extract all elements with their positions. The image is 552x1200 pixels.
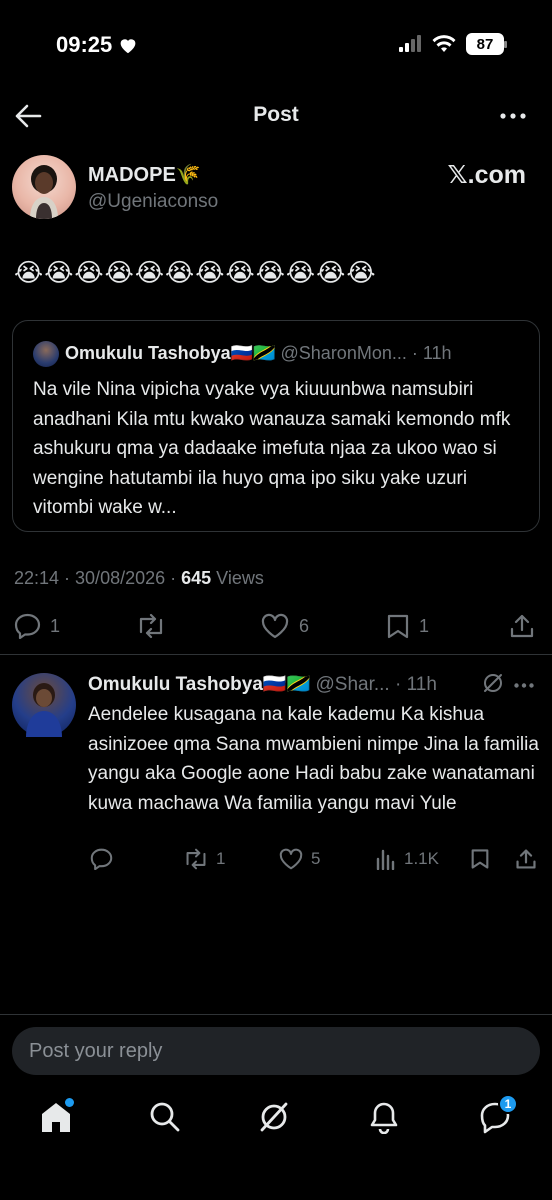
bookmark-action[interactable]: 1 — [386, 613, 429, 640]
home-notification-dot — [65, 1098, 74, 1107]
reply-like-action[interactable]: 5 — [278, 848, 320, 870]
status-time: 09:25 — [56, 32, 138, 58]
divider — [0, 654, 552, 655]
like-action[interactable]: 6 — [260, 613, 309, 639]
reply-reply-action[interactable] — [90, 848, 120, 870]
repost-icon — [136, 613, 166, 639]
post-meta: 22:14 · 30/08/2026 · 645 Views — [14, 568, 264, 589]
messages-tab[interactable]: 1 — [478, 1094, 518, 1134]
search-tab[interactable] — [149, 1100, 181, 1134]
heart-icon — [278, 848, 304, 870]
quoted-author-name: Omukulu Tashobya🇷🇺🇹🇿 — [65, 343, 276, 363]
share-icon — [515, 848, 537, 870]
reply-icon — [14, 613, 41, 639]
share-icon — [509, 613, 535, 639]
reply-like-count: 5 — [311, 849, 321, 868]
views-label: Views — [211, 568, 264, 588]
bookmark-count: 1 — [419, 616, 430, 636]
bookmark-icon — [386, 613, 410, 640]
author-handle[interactable]: @Ugeniaconso — [88, 191, 218, 213]
reply-action[interactable]: 1 — [14, 613, 60, 639]
battery-level: 87 — [476, 35, 494, 53]
quoted-author-avatar — [33, 341, 59, 367]
reply-count: 1 — [50, 615, 61, 636]
wifi-icon — [432, 35, 456, 53]
grok-icon[interactable] — [482, 672, 504, 694]
bookmark-icon — [470, 848, 490, 870]
back-arrow-icon[interactable] — [14, 103, 42, 129]
search-icon — [150, 1102, 180, 1132]
views-count: 645 — [181, 568, 212, 588]
page-title: Post — [253, 103, 299, 126]
grok-icon — [260, 1102, 288, 1132]
heart-icon — [260, 613, 290, 639]
divider — [0, 1014, 552, 1015]
reply-author-handle[interactable]: @Shar... · 11h — [310, 674, 436, 695]
reply-bookmark-action[interactable] — [470, 848, 490, 870]
reply-header: Omukulu Tashobya🇷🇺🇹🇿 @Shar... · 11h — [88, 672, 437, 696]
home-tab[interactable] — [40, 1098, 74, 1134]
repost-icon — [183, 848, 209, 870]
views-chart-icon — [375, 848, 397, 870]
repost-action[interactable] — [136, 613, 175, 639]
messages-badge: 1 — [498, 1094, 518, 1114]
reply-repost-count: 1 — [216, 849, 226, 868]
reply-text: Aendelee kusagana na kale kademu Ka kish… — [88, 704, 539, 814]
post-text: 😭😭😭😭😭😭😭😭😭😭😭😭 — [14, 259, 377, 287]
reply-views-count: 1.1K — [404, 849, 439, 868]
heart-status-icon — [118, 36, 138, 54]
reply-repost-action[interactable]: 1 — [183, 848, 225, 870]
share-action[interactable] — [509, 613, 535, 639]
quoted-post-header: Omukulu Tashobya🇷🇺🇹🇿 @SharonMon... · 11h — [65, 343, 452, 364]
cellular-signal-icon — [398, 35, 422, 53]
post-timestamp: 22:14 · 30/08/2026 · — [14, 568, 182, 588]
reply-more-icon[interactable] — [514, 683, 534, 688]
quoted-post-text: Na vile Nina vipicha vyake vya kiuuunbwa… — [33, 379, 511, 518]
battery-indicator: 87 — [466, 33, 507, 55]
status-time-text: 09:25 — [56, 32, 113, 57]
more-options-icon[interactable] — [500, 113, 526, 119]
author-name[interactable]: MADOPE🌾 — [88, 162, 201, 187]
grok-tab[interactable] — [258, 1100, 290, 1134]
like-count: 6 — [299, 615, 310, 636]
bell-icon — [370, 1102, 398, 1134]
notifications-tab[interactable] — [368, 1100, 400, 1134]
reply-share-action[interactable] — [515, 848, 537, 870]
reply-author-name[interactable]: Omukulu Tashobya🇷🇺🇹🇿 — [88, 674, 310, 695]
reply-views-action[interactable]: 1.1K — [375, 848, 439, 870]
quoted-post-card[interactable]: Omukulu Tashobya🇷🇺🇹🇿 @SharonMon... · 11h… — [12, 320, 540, 532]
reply-input[interactable] — [12, 1027, 540, 1075]
x-watermark: 𝕏.com — [447, 161, 527, 189]
quoted-author-handle: @SharonMon... · 11h — [275, 343, 452, 363]
status-indicators: 87 — [398, 33, 507, 55]
reply-icon — [90, 848, 113, 870]
author-avatar[interactable] — [12, 155, 76, 219]
reply-author-avatar[interactable] — [12, 673, 76, 737]
